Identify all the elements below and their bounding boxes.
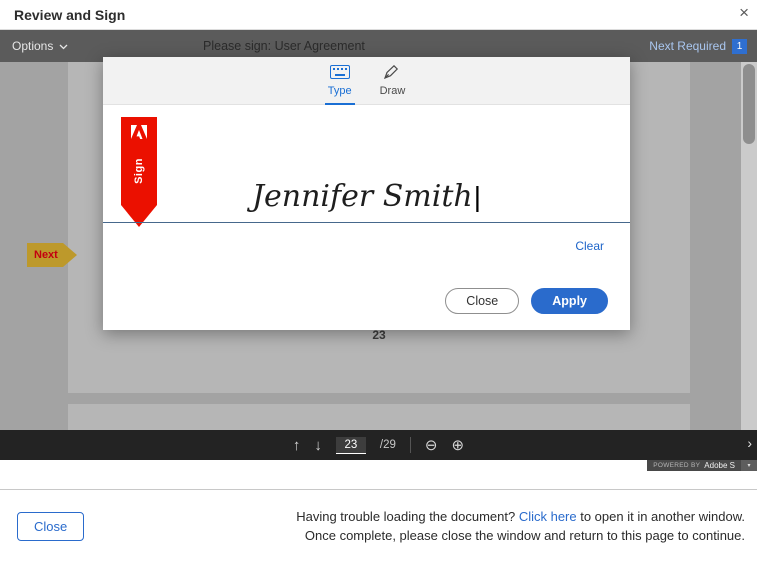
next-required-label: Next Required: [649, 39, 726, 53]
next-required-button[interactable]: Next Required 1: [649, 30, 747, 62]
signature-dialog: Type Draw Sign Jennifer Smith| Clear Clo…: [103, 57, 630, 330]
tab-type[interactable]: Type: [325, 57, 355, 104]
scrollbar-thumb[interactable]: [743, 64, 755, 144]
pen-icon: [383, 65, 401, 82]
zoom-out-icon[interactable]: ⊖: [425, 436, 438, 454]
footer-panel: Close Having trouble loading the documen…: [0, 489, 757, 568]
adobe-logo-icon: [121, 125, 157, 144]
tab-draw[interactable]: Draw: [377, 57, 409, 104]
window-titlebar: Review and Sign ×: [0, 0, 757, 30]
powered-by-label: POWERED BY: [653, 462, 700, 469]
page-down-icon[interactable]: ↓: [314, 437, 322, 454]
window-title: Review and Sign: [0, 7, 125, 23]
signature-baseline: [103, 222, 630, 223]
powered-by-branding: POWERED BY Adobe S: [647, 460, 741, 471]
keyboard-icon: [330, 65, 350, 82]
next-required-badge: 1: [732, 39, 747, 54]
dialog-close-button[interactable]: Close: [445, 288, 519, 314]
toolbar-divider: [410, 437, 411, 453]
active-tab-indicator: [325, 103, 355, 105]
tab-draw-label: Draw: [380, 85, 406, 97]
zoom-in-icon[interactable]: ⊕: [452, 436, 465, 454]
page-total-label: /29: [380, 439, 396, 451]
tab-type-label: Type: [328, 85, 352, 97]
document-next-page: [68, 404, 690, 430]
dialog-buttons: Close Apply: [445, 288, 608, 314]
options-menu-button[interactable]: Options: [12, 30, 68, 62]
click-here-link[interactable]: Click here: [519, 509, 577, 524]
pdf-toolbar: ↑ ↓ /29 ⊖ ⊕ ›: [0, 430, 757, 460]
options-label: Options: [12, 39, 53, 53]
signature-input[interactable]: Jennifer Smith|: [103, 179, 630, 214]
signature-text: Jennifer Smith: [252, 179, 473, 214]
page-number-label: 23: [68, 328, 690, 342]
clear-link[interactable]: Clear: [575, 239, 604, 253]
close-icon[interactable]: ×: [739, 3, 749, 23]
help-line1-suffix: to open it in another window.: [577, 509, 745, 524]
page-number-input[interactable]: [336, 437, 366, 454]
apply-button[interactable]: Apply: [531, 288, 608, 314]
footer-close-button[interactable]: Close: [17, 512, 84, 541]
signature-tabs: Type Draw: [103, 57, 630, 105]
help-line1-prefix: Having trouble loading the document?: [296, 509, 519, 524]
vertical-scrollbar[interactable]: [741, 62, 757, 430]
next-tag-label: Next: [34, 249, 58, 261]
branding-dropdown-icon[interactable]: ▾: [741, 460, 757, 471]
brand-label: Adobe S: [704, 461, 735, 470]
help-text: Having trouble loading the document? Cli…: [265, 507, 745, 545]
page-up-icon[interactable]: ↑: [293, 437, 301, 454]
chevron-down-icon: [59, 39, 68, 53]
chevron-right-icon[interactable]: ›: [747, 435, 752, 451]
text-caret: |: [474, 181, 481, 212]
help-line2: Once complete, please close the window a…: [305, 528, 745, 543]
